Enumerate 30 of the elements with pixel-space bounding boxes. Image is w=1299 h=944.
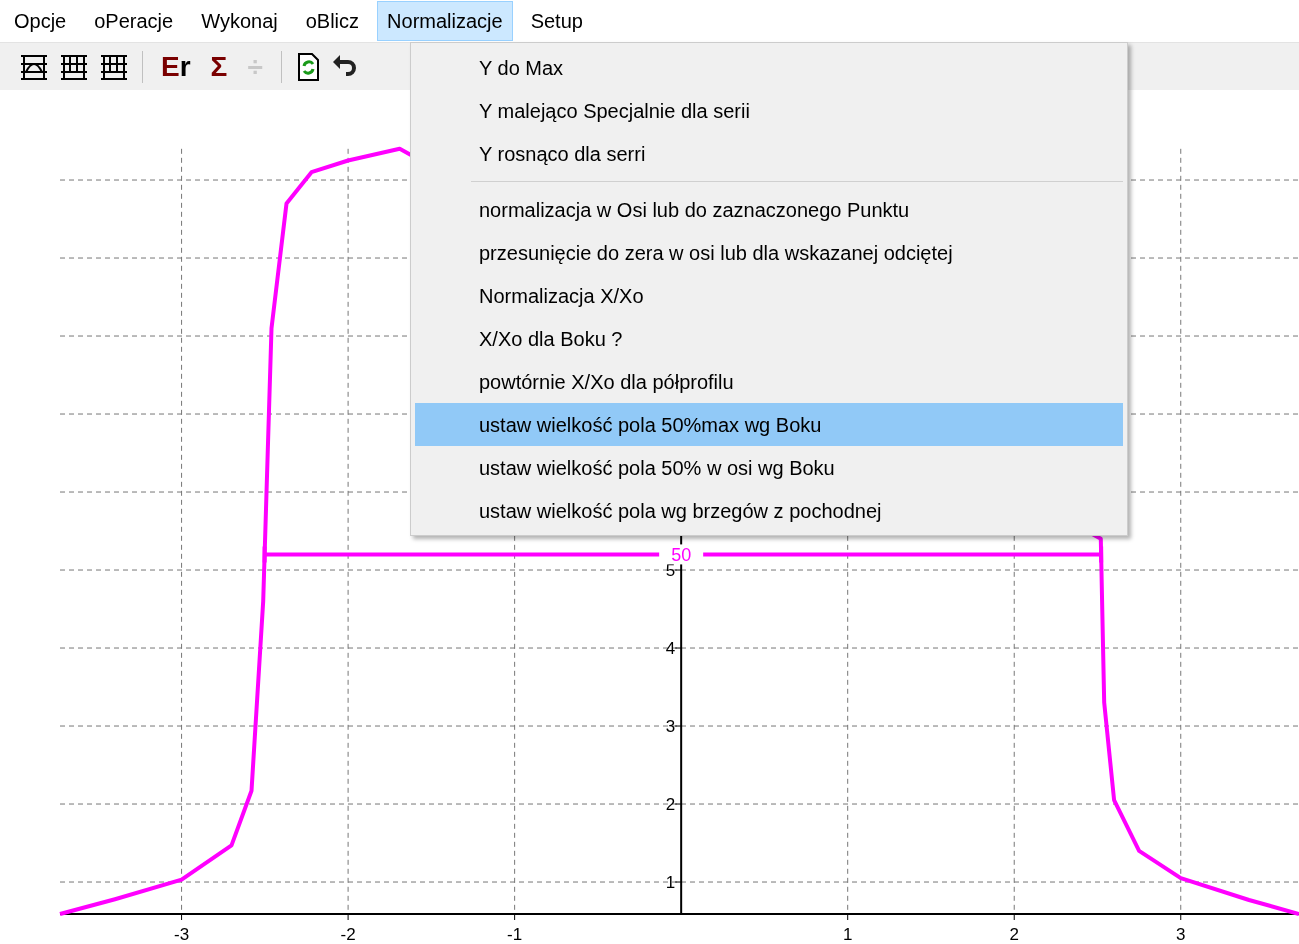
x-tick-label: 1 <box>842 925 853 944</box>
y-tick-label: 1 <box>665 873 676 892</box>
menu-item[interactable]: Normalizacja X/Xo <box>415 274 1123 317</box>
x-tick-label: -2 <box>340 925 356 944</box>
menu-bar-item[interactable]: Opcje <box>4 1 77 41</box>
x-tick-label: -1 <box>507 925 523 944</box>
y-tick-label: 3 <box>665 717 676 736</box>
y-tick-label: 4 <box>665 639 676 658</box>
menu-item[interactable]: Y do Max <box>415 46 1123 89</box>
x-tick-label: 2 <box>1009 925 1019 944</box>
toolbar-button[interactable]: Er <box>155 52 197 81</box>
y-tick-label: 2 <box>665 795 676 814</box>
menu-bar-item[interactable]: Normalizacje <box>377 1 513 41</box>
menu-bar-item[interactable]: Setup <box>520 1 593 41</box>
menu-item[interactable]: normalizacja w Osi lub do zaznaczonego Punktu <box>415 188 1123 231</box>
x-tick-label: 3 <box>1176 925 1186 944</box>
menu-item[interactable]: Y malejąco Specjalnie dla serii <box>415 89 1123 132</box>
menu-item[interactable]: Y rosnąco dla serri <box>415 132 1123 175</box>
y-tick-label: 5 <box>665 561 676 580</box>
toolbar-button[interactable]: Σ <box>204 52 234 81</box>
menu-bar-item[interactable]: oPeracje <box>84 1 184 41</box>
menu-item[interactable]: przesunięcie do zera w osi lub dla wskazanej odciętej <box>415 231 1123 274</box>
menu-item[interactable]: powtórnie X/Xo dla półprofilu <box>415 360 1123 403</box>
menu-item[interactable]: ustaw wielkość pola 50% w osi wg Boku <box>415 446 1123 489</box>
x-tick-label: -3 <box>174 925 190 944</box>
menu-bar-item[interactable]: Wykonaj <box>191 1 288 41</box>
menu-bar-item[interactable]: oBlicz <box>295 1 370 41</box>
menu-item[interactable]: ustaw wielkość pola wg brzegów z pochodnej <box>415 489 1123 532</box>
menu-item[interactable]: ustaw wielkość pola 50%max wg Boku <box>415 403 1123 446</box>
menu-item[interactable]: X/Xo dla Boku ? <box>415 317 1123 360</box>
